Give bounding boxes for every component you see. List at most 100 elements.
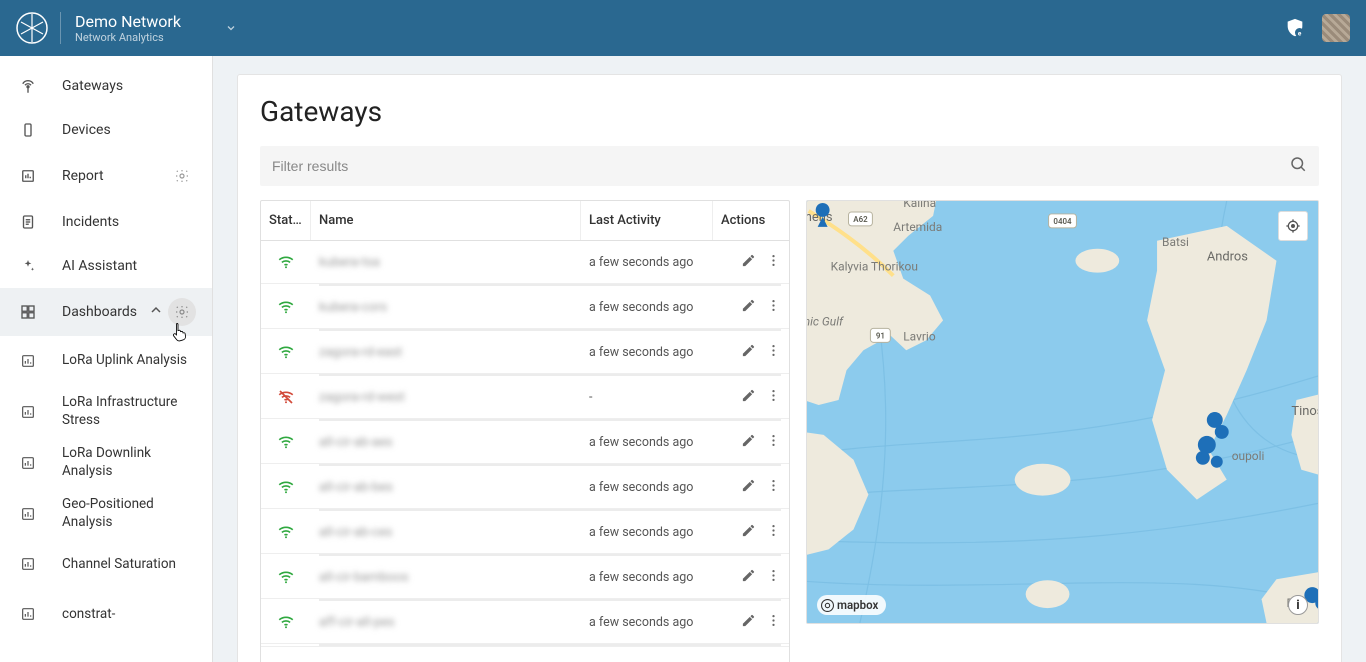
gateway-name: all-cir-bamboos: [311, 564, 581, 591]
filter-input[interactable]: [260, 146, 1319, 186]
more-icon[interactable]: [766, 298, 781, 317]
chevron-down-icon[interactable]: [225, 19, 237, 38]
gateway-name: kubera-cors: [311, 294, 581, 321]
gateway-name: zagora-rd-west: [311, 384, 581, 411]
svg-text:Tinos: Tinos: [1291, 404, 1318, 419]
last-activity: -: [581, 384, 713, 411]
sidebar-item-gateways[interactable]: Gateways: [0, 64, 212, 108]
chart-icon: [16, 502, 40, 526]
more-icon[interactable]: [766, 478, 781, 497]
col-header-name[interactable]: Name: [311, 201, 581, 240]
shield-icon[interactable]: e: [1284, 17, 1306, 39]
table-row[interactable]: all-cir-ab-cesa few seconds ago: [261, 511, 789, 554]
more-icon[interactable]: [766, 433, 781, 452]
last-activity: a few seconds ago: [581, 519, 713, 546]
chart-icon: [16, 400, 40, 424]
sidebar-subitem-lora-downlink[interactable]: LoRa Downlink Analysis: [0, 437, 212, 488]
search-icon[interactable]: [1289, 155, 1307, 177]
edit-icon[interactable]: [741, 568, 756, 587]
dashboard-icon: [16, 300, 40, 324]
user-avatar[interactable]: [1322, 14, 1350, 42]
chevron-up-icon[interactable]: [148, 302, 164, 322]
more-icon[interactable]: [766, 343, 781, 362]
last-activity: a few seconds ago: [581, 339, 713, 366]
edit-icon[interactable]: [741, 433, 756, 452]
table-row[interactable]: all-cir-ab-besa few seconds ago: [261, 466, 789, 509]
svg-text:Andros: Andros: [1207, 250, 1248, 265]
info-icon[interactable]: i: [1288, 595, 1308, 615]
row-actions: [713, 607, 789, 638]
table-row[interactable]: kubera-corsa few seconds ago: [261, 286, 789, 329]
gear-icon[interactable]: [168, 162, 196, 190]
table-row[interactable]: all-cir-ab-aesa few seconds ago: [261, 421, 789, 464]
filter-row: [260, 146, 1319, 186]
gateway-name: zagora-rd-east: [311, 339, 581, 366]
col-header-activity[interactable]: Last Activity: [581, 201, 713, 240]
wifi-up-icon: [261, 331, 311, 373]
sidebar-subitem-constrat[interactable]: constrat-: [0, 589, 212, 639]
edit-icon[interactable]: [741, 253, 756, 272]
sidebar-item-report[interactable]: Report: [0, 152, 212, 200]
row-actions: [713, 517, 789, 548]
gateway-name: all-cir-ab-bes: [311, 474, 581, 501]
report-icon: [16, 164, 40, 188]
wifi-up-icon: [261, 511, 311, 553]
edit-icon[interactable]: [741, 613, 756, 632]
more-icon[interactable]: [766, 388, 781, 407]
table-row[interactable]: all-cir-bamboosa few seconds ago: [261, 556, 789, 599]
row-actions: [713, 382, 789, 413]
gateway-name: all-cir-ab-aes: [311, 429, 581, 456]
sidebar-item-incidents[interactable]: Incidents: [0, 200, 212, 244]
svg-text:Batsi: Batsi: [1162, 235, 1189, 249]
table-row[interactable]: kubera-tsaa few seconds ago: [261, 241, 789, 284]
sidebar-subitem-label: constrat-: [62, 606, 196, 624]
svg-text:Lavrio: Lavrio: [903, 329, 936, 343]
svg-text:Artemida: Artemida: [893, 220, 942, 234]
edit-icon[interactable]: [741, 388, 756, 407]
sidebar-subitem-lora-infra[interactable]: LoRa Infrastructure Stress: [0, 386, 212, 437]
map-attribution[interactable]: mapbox: [817, 595, 886, 615]
sidebar-subitem-geo[interactable]: Geo-Positioned Analysis: [0, 488, 212, 539]
wifi-down-icon: [261, 376, 311, 418]
more-icon[interactable]: [766, 613, 781, 632]
edit-icon[interactable]: [741, 298, 756, 317]
table-footer: 1–17 of 17: [261, 646, 789, 662]
table-row[interactable]: zagora-rd-west-: [261, 376, 789, 419]
sidebar-subitem-label: LoRa Downlink Analysis: [62, 445, 196, 480]
sidebar-item-devices[interactable]: Devices: [0, 108, 212, 152]
gateway-name: kubera-tsa: [311, 249, 581, 276]
more-icon[interactable]: [766, 253, 781, 272]
edit-icon[interactable]: [741, 523, 756, 542]
network-switcher[interactable]: Demo Network Network Analytics: [60, 12, 181, 44]
chart-icon: [16, 451, 40, 475]
wifi-up-icon: [261, 466, 311, 508]
map-panel[interactable]: A62 0404 91 hens Artemida Ka: [806, 200, 1319, 624]
edit-icon[interactable]: [741, 343, 756, 362]
locate-button[interactable]: [1278, 211, 1308, 241]
svg-text:91: 91: [876, 331, 885, 340]
row-actions: [713, 337, 789, 368]
more-icon[interactable]: [766, 523, 781, 542]
chart-icon: [16, 552, 40, 576]
gateways-table: Stat… Name Last Activity Actions kubera-…: [260, 200, 790, 662]
gateway-name: all-cir-ab-ces: [311, 519, 581, 546]
sidebar-item-dashboards[interactable]: Dashboards: [0, 288, 212, 336]
sidebar-item-label: Report: [62, 168, 168, 184]
sidebar-subitem-lora-uplink[interactable]: LoRa Uplink Analysis: [0, 336, 212, 386]
sidebar-subitem-label: LoRa Infrastructure Stress: [62, 394, 196, 429]
table-header: Stat… Name Last Activity Actions: [261, 201, 789, 241]
row-actions: [713, 292, 789, 323]
edit-icon[interactable]: [741, 478, 756, 497]
gear-icon[interactable]: [168, 298, 196, 326]
sidebar-item-ai-assistant[interactable]: AI Assistant: [0, 244, 212, 288]
sidebar-subitem-label: Channel Saturation: [62, 556, 196, 574]
chart-icon: [16, 602, 40, 626]
table-row[interactable]: zagora-rd-easta few seconds ago: [261, 331, 789, 374]
svg-text:0404: 0404: [1053, 217, 1072, 226]
col-header-status[interactable]: Stat…: [261, 201, 311, 240]
last-activity: a few seconds ago: [581, 249, 713, 276]
more-icon[interactable]: [766, 568, 781, 587]
table-row[interactable]: aff-cir-all-pesa few seconds ago: [261, 601, 789, 644]
sidebar-subitem-channel[interactable]: Channel Saturation: [0, 539, 212, 589]
sidebar-subitem-label: LoRa Uplink Analysis: [62, 352, 196, 370]
